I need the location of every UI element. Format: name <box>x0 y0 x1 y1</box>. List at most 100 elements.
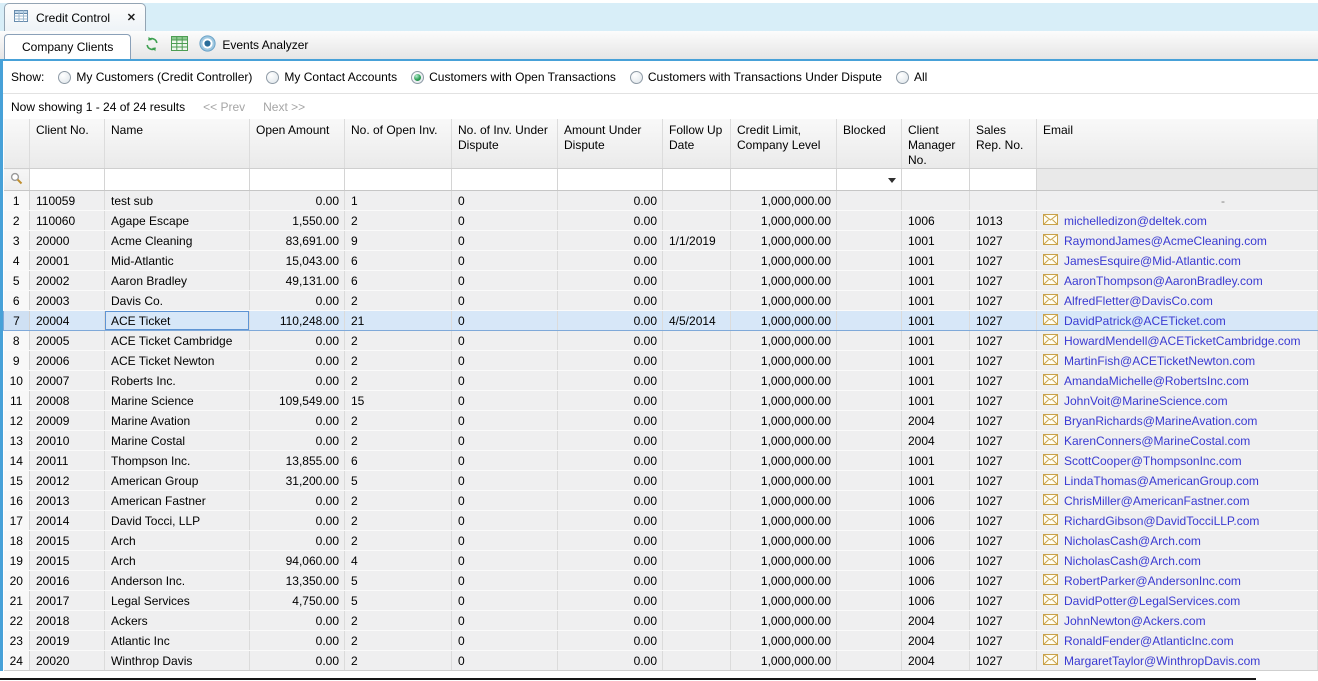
cell-client-no[interactable]: 20018 <box>30 611 105 631</box>
cell-name[interactable]: American Fastner <box>105 491 250 511</box>
cell-client-mgr[interactable]: 1001 <box>902 291 970 311</box>
cell-credit-limit[interactable]: 1,000,000.00 <box>731 651 837 671</box>
email-link[interactable]: JamesEsquire@Mid-Atlantic.com <box>1043 254 1241 268</box>
cell-sales-rep[interactable]: 1027 <box>970 591 1037 611</box>
email-address[interactable]: NicholasCash@Arch.com <box>1064 534 1201 548</box>
cell-open-inv[interactable]: 2 <box>345 371 452 391</box>
email-link[interactable]: JohnVoit@MarineScience.com <box>1043 394 1228 408</box>
cell-name[interactable]: Winthrop Davis <box>105 651 250 671</box>
cell-open-amount[interactable]: 0.00 <box>250 611 345 631</box>
email-address[interactable]: AaronThompson@AaronBradley.com <box>1064 274 1263 288</box>
email-address[interactable]: LindaThomas@AmericanGroup.com <box>1064 474 1259 488</box>
radio-icon[interactable] <box>58 71 71 84</box>
email-link[interactable]: MargaretTaylor@WinthropDavis.com <box>1043 654 1260 668</box>
cell-blocked[interactable] <box>837 191 902 211</box>
cell-amt-dispute[interactable]: 0.00 <box>558 431 663 451</box>
cell-credit-limit[interactable]: 1,000,000.00 <box>731 191 837 211</box>
cell-blocked[interactable] <box>837 251 902 271</box>
email-link[interactable]: RobertParker@AndersonInc.com <box>1043 574 1241 588</box>
cell-sales-rep[interactable]: 1027 <box>970 311 1037 331</box>
cell-amt-dispute[interactable]: 0.00 <box>558 571 663 591</box>
email-link[interactable]: ChrisMiller@AmericanFastner.com <box>1043 494 1250 508</box>
cell-client-mgr[interactable]: 1001 <box>902 311 970 331</box>
cell-open-amount[interactable]: 0.00 <box>250 291 345 311</box>
cell-client-no[interactable]: 20012 <box>30 471 105 491</box>
table-row[interactable]: 2320019Atlantic Inc0.00200.001,000,000.0… <box>4 631 1318 651</box>
cell-email[interactable]: BryanRichards@MarineAvation.com <box>1037 411 1318 431</box>
cell-blocked[interactable] <box>837 271 902 291</box>
cell-inv-dispute[interactable]: 0 <box>452 251 558 271</box>
cell-email[interactable]: HowardMendell@ACETicketCambridge.com <box>1037 331 1318 351</box>
cell-credit-limit[interactable]: 1,000,000.00 <box>731 531 837 551</box>
table-row[interactable]: 920006ACE Ticket Newton0.00200.001,000,0… <box>4 351 1318 371</box>
row-number[interactable]: 4 <box>4 251 30 271</box>
cell-inv-dispute[interactable]: 0 <box>452 611 558 631</box>
cell-client-mgr[interactable]: 1001 <box>902 391 970 411</box>
table-row[interactable]: 1620013American Fastner0.00200.001,000,0… <box>4 491 1318 511</box>
cell-inv-dispute[interactable]: 0 <box>452 491 558 511</box>
cell-open-inv[interactable]: 5 <box>345 571 452 591</box>
filter-inv-under-dispute[interactable] <box>452 169 558 191</box>
cell-email[interactable]: AmandaMichelle@RobertsInc.com <box>1037 371 1318 391</box>
radio-icon[interactable] <box>896 71 909 84</box>
cell-follow-up[interactable] <box>663 411 731 431</box>
email-link[interactable]: NicholasCash@Arch.com <box>1043 534 1201 548</box>
cell-client-mgr[interactable]: 1001 <box>902 351 970 371</box>
row-number[interactable]: 16 <box>4 491 30 511</box>
cell-inv-dispute[interactable]: 0 <box>452 431 558 451</box>
radio-option[interactable]: My Contact Accounts <box>266 70 397 84</box>
cell-email[interactable]: RaymondJames@AcmeCleaning.com <box>1037 231 1318 251</box>
cell-open-amount[interactable]: 0.00 <box>250 331 345 351</box>
table-row[interactable]: 1420011Thompson Inc.13,855.00600.001,000… <box>4 451 1318 471</box>
radio-option[interactable]: My Customers (Credit Controller) <box>58 70 252 84</box>
cell-email[interactable]: michelledizon@deltek.com <box>1037 211 1318 231</box>
table-row[interactable]: 820005ACE Ticket Cambridge0.00200.001,00… <box>4 331 1318 351</box>
cell-client-mgr[interactable]: 2004 <box>902 411 970 431</box>
cell-sales-rep[interactable]: 1027 <box>970 231 1037 251</box>
cell-inv-dispute[interactable]: 0 <box>452 291 558 311</box>
cell-credit-limit[interactable]: 1,000,000.00 <box>731 571 837 591</box>
cell-amt-dispute[interactable]: 0.00 <box>558 551 663 571</box>
cell-inv-dispute[interactable]: 0 <box>452 631 558 651</box>
cell-open-amount[interactable]: 0.00 <box>250 411 345 431</box>
email-address[interactable]: ChrisMiller@AmericanFastner.com <box>1064 494 1250 508</box>
cell-name[interactable]: Thompson Inc. <box>105 451 250 471</box>
cell-sales-rep[interactable]: 1027 <box>970 271 1037 291</box>
cell-client-mgr[interactable]: 1001 <box>902 471 970 491</box>
table-row[interactable]: 2220018Ackers0.00200.001,000,000.0020041… <box>4 611 1318 631</box>
cell-blocked[interactable] <box>837 431 902 451</box>
row-number[interactable]: 15 <box>4 471 30 491</box>
filter-open-inv[interactable] <box>345 169 452 191</box>
cell-client-mgr[interactable]: 1006 <box>902 571 970 591</box>
cell-open-inv[interactable]: 2 <box>345 511 452 531</box>
table-row[interactable]: 620003Davis Co.0.00200.001,000,000.00100… <box>4 291 1318 311</box>
row-number[interactable]: 13 <box>4 431 30 451</box>
cell-sales-rep[interactable]: 1027 <box>970 391 1037 411</box>
cell-email[interactable]: MargaretTaylor@WinthropDavis.com <box>1037 651 1318 671</box>
filter-sales-rep[interactable] <box>970 169 1037 191</box>
cell-client-mgr[interactable]: 1001 <box>902 451 970 471</box>
cell-open-inv[interactable]: 2 <box>345 531 452 551</box>
table-row[interactable]: 520002Aaron Bradley49,131.00600.001,000,… <box>4 271 1318 291</box>
cell-amt-dispute[interactable]: 0.00 <box>558 611 663 631</box>
cell-credit-limit[interactable]: 1,000,000.00 <box>731 411 837 431</box>
cell-open-inv[interactable]: 21 <box>345 311 452 331</box>
cell-follow-up[interactable] <box>663 551 731 571</box>
cell-client-no[interactable]: 20009 <box>30 411 105 431</box>
cell-name[interactable]: David Tocci, LLP <box>105 511 250 531</box>
cell-client-mgr[interactable]: 1006 <box>902 511 970 531</box>
email-link[interactable]: ScottCooper@ThompsonInc.com <box>1043 454 1242 468</box>
cell-blocked[interactable] <box>837 651 902 671</box>
cell-client-mgr[interactable]: 1001 <box>902 331 970 351</box>
cell-follow-up[interactable] <box>663 391 731 411</box>
filter-credit-limit[interactable] <box>731 169 837 191</box>
cell-blocked[interactable] <box>837 411 902 431</box>
cell-sales-rep[interactable]: 1027 <box>970 651 1037 671</box>
cell-client-no[interactable]: 20004 <box>30 311 105 331</box>
cell-name[interactable]: American Group <box>105 471 250 491</box>
cell-client-no[interactable]: 20017 <box>30 591 105 611</box>
cell-amt-dispute[interactable]: 0.00 <box>558 291 663 311</box>
row-number[interactable]: 18 <box>4 531 30 551</box>
cell-client-mgr[interactable]: 2004 <box>902 431 970 451</box>
cell-client-no[interactable]: 20006 <box>30 351 105 371</box>
